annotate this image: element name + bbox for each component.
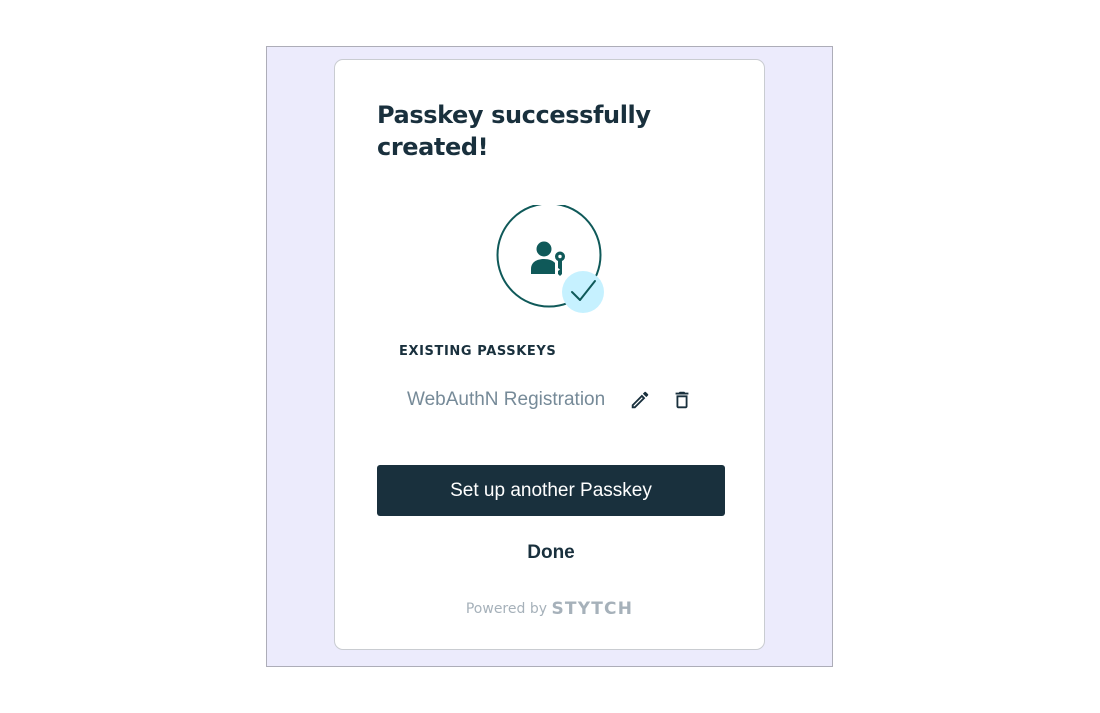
illustration-svg [496,205,604,313]
passkey-success-card: Passkey successfully created! EXISTING P… [334,59,765,650]
powered-by-text: Powered by [465,601,548,617]
passkey-name: WebAuthN Registration [407,389,606,410]
done-button[interactable]: Done [377,538,725,568]
passkey-list-item: WebAuthN Registration [407,388,707,414]
powered-by-footer: Powered by STYTCH [335,599,764,619]
pencil-icon[interactable] [629,389,651,411]
check-icon [562,271,604,313]
user-key-icon [531,241,565,276]
trash-icon[interactable] [671,389,693,411]
passkey-success-illustration [496,205,606,315]
existing-passkeys-heading: EXISTING PASSKEYS [399,344,557,359]
stytch-logo: STYTCH [551,599,634,619]
setup-another-passkey-button[interactable]: Set up another Passkey [377,465,725,516]
page-title: Passkey successfully created! [377,101,651,161]
